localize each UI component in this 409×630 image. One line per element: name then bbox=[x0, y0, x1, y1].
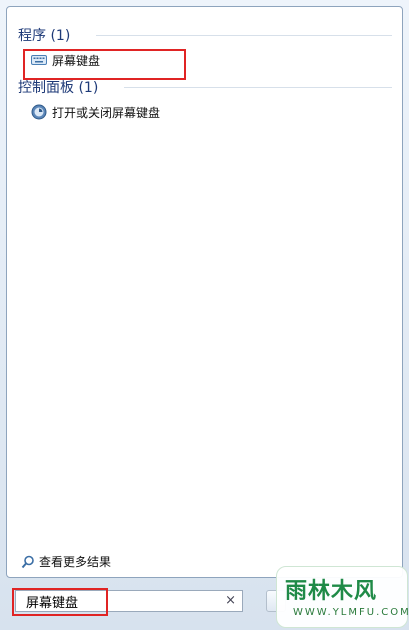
section-divider bbox=[124, 87, 392, 88]
programs-section-header: 程序 (1) bbox=[18, 25, 392, 45]
watermark-url: WWW.YLMFU.COM bbox=[293, 607, 409, 618]
search-results-panel: 程序 (1) 屏幕键盘 控制面板 (1) 打开或关闭屏幕键盘 查看更多结果 bbox=[6, 6, 403, 578]
start-menu: 程序 (1) 屏幕键盘 控制面板 (1) 打开或关闭屏幕键盘 查看更多结果 屏幕… bbox=[0, 0, 409, 630]
search-icon bbox=[21, 555, 35, 569]
result-toggle-on-screen-keyboard[interactable]: 打开或关闭屏幕键盘 bbox=[31, 101, 160, 123]
clear-search-button[interactable]: × bbox=[225, 593, 236, 609]
section-divider bbox=[96, 35, 392, 36]
result-label: 打开或关闭屏幕键盘 bbox=[52, 105, 161, 120]
control-panel-section-title: 控制面板 (1) bbox=[18, 80, 99, 96]
programs-section-title: 程序 (1) bbox=[18, 28, 71, 44]
see-more-results-link[interactable]: 查看更多结果 bbox=[21, 553, 111, 570]
watermark-text: 雨林木风 bbox=[285, 579, 378, 604]
result-highlight-box bbox=[23, 49, 186, 80]
control-panel-section-header: 控制面板 (1) bbox=[18, 77, 392, 97]
see-more-label: 查看更多结果 bbox=[39, 555, 112, 569]
ease-of-access-icon bbox=[31, 104, 47, 120]
search-highlight-box bbox=[12, 588, 108, 616]
watermark-logo: 雨林木风 WWW.YLMFU.COM bbox=[276, 566, 409, 628]
